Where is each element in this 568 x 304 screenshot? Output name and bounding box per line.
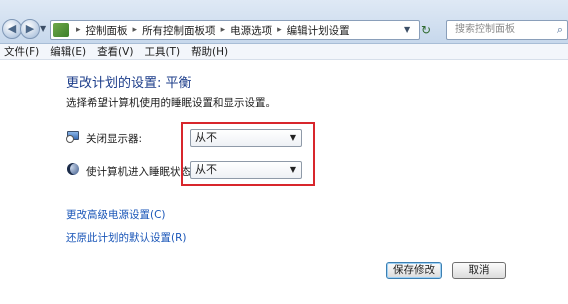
search-input[interactable]: 搜索控制面板 ⌕ [446, 20, 568, 40]
breadcrumb-separator-icon[interactable]: ▸ [73, 25, 84, 35]
menu-edit[interactable]: 编辑(E) [46, 44, 93, 59]
breadcrumb[interactable]: ▸ 控制面板 ▸ 所有控制面板项 ▸ 电源选项 ▸ 编辑计划设置 [50, 20, 420, 40]
monitor-clock-icon [66, 130, 80, 144]
sleep-label: 使计算机进入睡眠状态: [86, 166, 195, 178]
cancel-button[interactable]: 取消 [452, 262, 506, 279]
advanced-power-settings-link[interactable]: 更改高级电源设置(C) [66, 207, 166, 222]
back-button[interactable]: ◀ [2, 19, 22, 39]
breadcrumb-separator-icon[interactable]: ▸ [274, 25, 285, 35]
breadcrumb-separator-icon[interactable]: ▸ [130, 25, 141, 35]
page-description: 选择希望计算机使用的睡眠设置和显示设置。 [66, 97, 276, 109]
menu-bar: 文件(F) 编辑(E) 查看(V) 工具(T) 帮助(H) [0, 44, 568, 60]
search-placeholder: 搜索控制面板 [455, 24, 515, 35]
address-dropdown-icon[interactable]: ▼ [404, 25, 410, 34]
turn-off-display-select[interactable]: 从不 ▼ [190, 129, 302, 147]
save-button[interactable]: 保存修改 [386, 262, 442, 279]
search-icon[interactable]: ⌕ [557, 21, 563, 39]
menu-file[interactable]: 文件(F) [0, 44, 46, 59]
turn-off-display-value: 从不 [195, 131, 217, 144]
restore-defaults-link[interactable]: 还原此计划的默认设置(R) [66, 230, 187, 245]
moon-icon [66, 163, 80, 177]
control-panel-icon [53, 23, 69, 37]
chevron-down-icon: ▼ [289, 133, 296, 142]
sleep-select[interactable]: 从不 ▼ [190, 161, 302, 179]
breadcrumb-control-panel[interactable]: 控制面板 [84, 23, 130, 38]
menu-help[interactable]: 帮助(H) [187, 44, 235, 59]
menu-view[interactable]: 查看(V) [93, 44, 140, 59]
menu-tools[interactable]: 工具(T) [140, 44, 187, 59]
turn-off-display-label: 关闭显示器: [86, 133, 143, 145]
chevron-down-icon: ▼ [289, 165, 296, 174]
breadcrumb-separator-icon[interactable]: ▸ [218, 25, 229, 35]
breadcrumb-all-items[interactable]: 所有控制面板项 [140, 23, 218, 38]
recent-pages-dropdown-icon[interactable]: ▼ [40, 24, 46, 33]
sleep-value: 从不 [195, 163, 217, 176]
page-title: 更改计划的设置: 平衡 [66, 76, 192, 91]
forward-button[interactable]: ▶ [20, 19, 40, 39]
address-bar: ◀ ▶ ▼ ▸ 控制面板 ▸ 所有控制面板项 ▸ 电源选项 ▸ 编辑计划设置 ▼… [0, 0, 568, 44]
breadcrumb-power-options[interactable]: 电源选项 [228, 23, 274, 38]
breadcrumb-edit-plan[interactable]: 编辑计划设置 [285, 23, 352, 38]
refresh-icon[interactable]: ↻ [416, 21, 436, 39]
